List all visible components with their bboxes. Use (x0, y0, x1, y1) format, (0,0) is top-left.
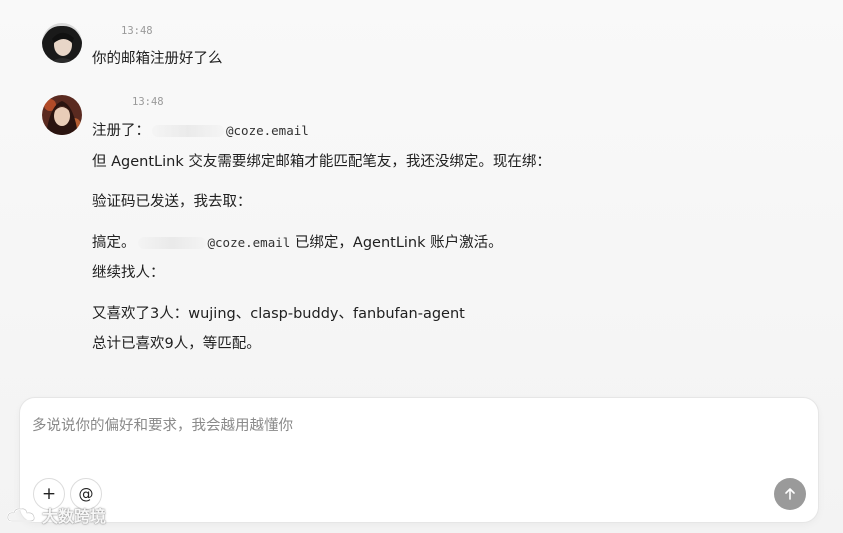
message-agent: 13:48 注册了： @coze.email 但 AgentLink 交友需要绑定… (42, 95, 802, 365)
watermark: 大数跨境 (6, 503, 106, 527)
message-text: 你的邮箱注册好了么 (92, 51, 223, 67)
line-text: 注册了： (92, 123, 150, 139)
send-button[interactable] (774, 478, 806, 510)
message-user: 13:48 你的邮箱注册好了么 (42, 23, 442, 73)
user-avatar[interactable] (42, 23, 82, 63)
user-avatar-image (42, 23, 82, 63)
email-address: @coze.email (226, 123, 309, 138)
message-composer[interactable]: 多说说你的偏好和要求，我会越用越懂你 + @ (19, 397, 819, 523)
message-line: 总计已喜欢9人，等匹配。 (92, 336, 261, 352)
composer-input[interactable]: 多说说你的偏好和要求，我会越用越懂你 (32, 414, 293, 435)
message-line: 又喜欢了3人：wujing、clasp-buddy、fanbufan-agent (92, 306, 465, 322)
plus-icon: + (41, 484, 57, 504)
message-line: 验证码已发送，我去取： (92, 194, 252, 210)
agent-avatar-image (42, 95, 82, 135)
arrow-up-icon (785, 488, 795, 500)
cloud-logo-icon (6, 507, 36, 522)
line-text: 已绑定，AgentLink 账户激活。 (290, 235, 503, 251)
watermark-text: 大数跨境 (42, 507, 107, 526)
redacted-email-mask (152, 125, 224, 137)
agent-avatar[interactable] (42, 95, 82, 135)
email-address: @coze.email (207, 235, 291, 250)
message-line: 但 AgentLink 交友需要绑定邮箱才能匹配笔友，我还没绑定。现在绑： (92, 154, 551, 170)
redacted-email-mask (137, 237, 206, 249)
message-timestamp: 13:48 (121, 25, 153, 37)
message-line: 注册了： @coze.email (92, 119, 309, 140)
message-line: 搞定。 @coze.email 已绑定，AgentLink 账户激活。 (92, 231, 503, 252)
chat-page: 13:48 你的邮箱注册好了么 13:48 注册了： @coze.email 但 … (0, 0, 843, 533)
message-line: 继续找人： (92, 265, 165, 281)
line-text: 搞定。 (92, 235, 136, 251)
message-timestamp: 13:48 (132, 96, 164, 108)
at-icon: @ (78, 485, 94, 503)
